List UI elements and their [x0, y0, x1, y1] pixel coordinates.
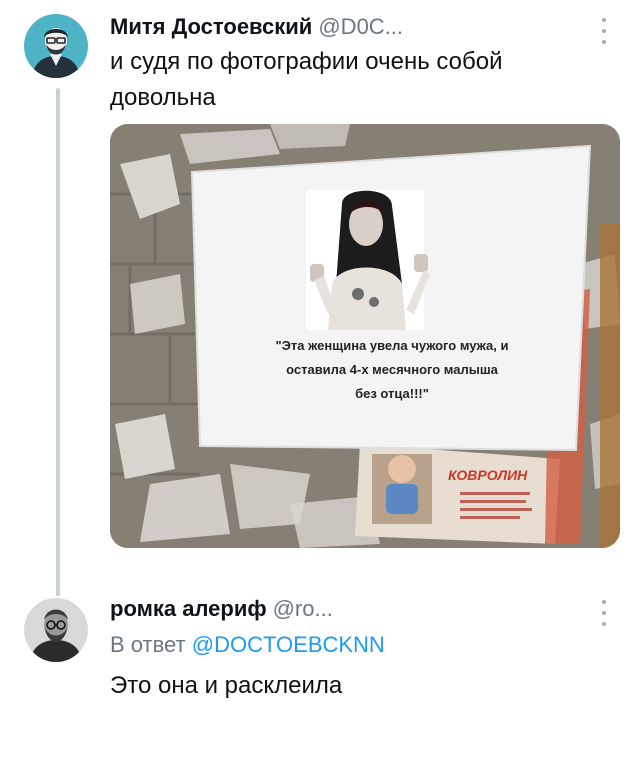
- more-vertical-icon[interactable]: [596, 18, 612, 44]
- tweet-media-image[interactable]: КОВРОЛИН "Эта женщина увела чужого мужа,…: [110, 124, 620, 548]
- more-vertical-icon[interactable]: [596, 600, 612, 626]
- avatar[interactable]: [24, 14, 88, 78]
- author-handle[interactable]: @ro...: [273, 596, 333, 622]
- reply-mention-link[interactable]: @DOCTOEBCKNN: [192, 632, 385, 657]
- author-name[interactable]: Митя Достоевский: [110, 14, 312, 40]
- tweet-text: и судя по фотографии очень собой довольн…: [110, 44, 502, 116]
- thread-connector-line: [56, 88, 60, 596]
- reply-context: В ответ @DOCTOEBCKNN: [110, 632, 385, 658]
- tweet-text: Это она и расклеила: [110, 672, 343, 699]
- poster-text-line: без отца!!!": [355, 386, 429, 401]
- tweet-header: ромка алериф @ro...: [110, 596, 333, 622]
- avatar[interactable]: [24, 598, 88, 662]
- poster-text-line: "Эта женщина увела чужого мужа, и: [275, 338, 508, 353]
- author-handle[interactable]: @D0C...: [318, 14, 403, 40]
- tweet-header: Митя Достоевский @D0C...: [110, 14, 403, 40]
- author-name[interactable]: ромка алериф: [110, 596, 267, 622]
- reply-prefix: В ответ: [110, 632, 186, 657]
- tweet-text-line: довольна: [110, 84, 216, 111]
- poster-text-line: оставила 4-х месячного малыша: [286, 362, 499, 377]
- ad-brand-text: КОВРОЛИН: [448, 467, 528, 483]
- tweet-text-line: и судя по фотографии очень собой: [110, 48, 503, 75]
